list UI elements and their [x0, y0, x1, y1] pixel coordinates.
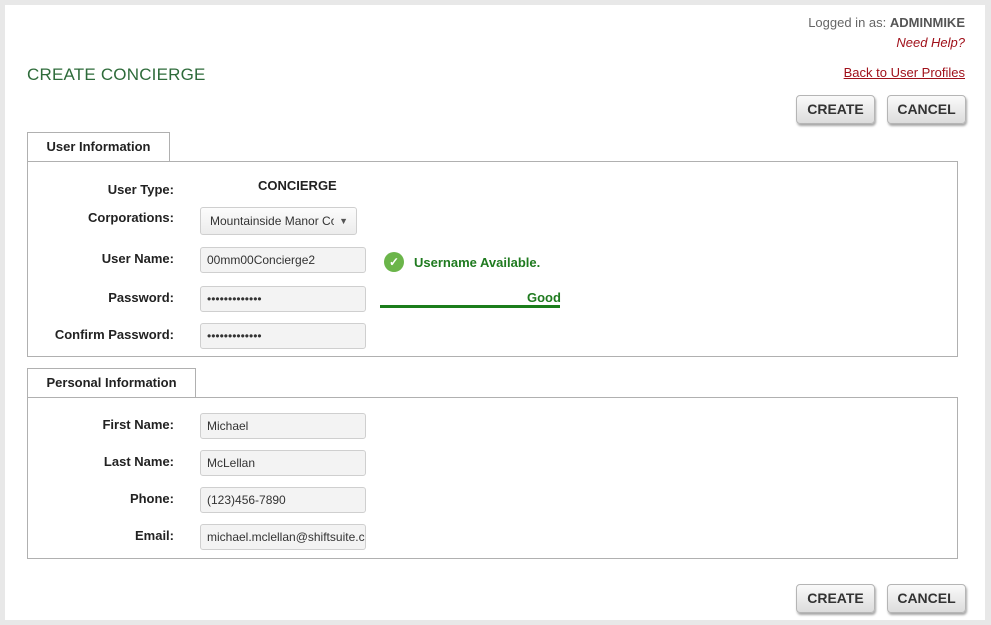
last-name-input[interactable]: McLellan: [200, 450, 366, 476]
cancel-button-top[interactable]: CANCEL: [887, 95, 966, 124]
user-type-value: CONCIERGE: [258, 178, 337, 193]
username-status: Username Available.: [414, 255, 541, 270]
phone-label: Phone:: [129, 491, 174, 506]
check-circle-icon: ✓: [384, 252, 404, 272]
logged-in-username: ADMINMIKE: [889, 15, 965, 30]
first-name-input[interactable]: Michael: [200, 413, 366, 439]
corporations-label: Corporations:: [88, 210, 174, 225]
last-name-label: Last Name:: [103, 454, 174, 469]
email-label: Email:: [134, 528, 174, 543]
password-input[interactable]: •••••••••••••: [200, 286, 366, 312]
cancel-button-bottom[interactable]: CANCEL: [887, 584, 966, 613]
email-input[interactable]: michael.mclellan@shiftsuite.com: [200, 524, 366, 550]
create-concierge-page: Logged in as: ADMINMIKE Need Help? CREAT…: [5, 5, 985, 620]
personal-information-panel: First Name: Michael Last Name: McLellan …: [27, 397, 958, 559]
user-information-panel: User Type: CONCIERGE Corporations: Mount…: [27, 161, 958, 357]
back-to-user-profiles-link[interactable]: Back to User Profiles: [844, 65, 965, 80]
confirm-password-input[interactable]: •••••••••••••: [200, 323, 366, 349]
username-input[interactable]: 00mm00Concierge2: [200, 247, 366, 273]
corporations-select[interactable]: Mountainside Manor Co ▼: [200, 207, 357, 235]
need-help-link[interactable]: Need Help?: [896, 35, 965, 50]
page-title: CREATE CONCIERGE: [27, 65, 206, 84]
username-label: User Name:: [101, 251, 174, 266]
password-strength-label: Good: [527, 290, 561, 305]
password-label: Password:: [108, 290, 174, 305]
user-type-label: User Type:: [107, 182, 174, 197]
create-button-bottom[interactable]: CREATE: [796, 584, 875, 613]
first-name-label: First Name:: [102, 417, 174, 432]
logged-in-info: Logged in as: ADMINMIKE: [808, 15, 965, 30]
logged-in-prefix: Logged in as:: [808, 15, 887, 30]
password-strength-bar: [380, 305, 560, 308]
confirm-password-label: Confirm Password:: [54, 327, 174, 342]
phone-input[interactable]: (123)456-7890: [200, 487, 366, 513]
tab-personal-information: Personal Information: [27, 368, 196, 397]
chevron-down-icon: ▼: [339, 216, 348, 226]
corporations-selected-value: Mountainside Manor Co: [210, 214, 334, 228]
tab-user-information: User Information: [27, 132, 170, 161]
create-button-top[interactable]: CREATE: [796, 95, 875, 124]
